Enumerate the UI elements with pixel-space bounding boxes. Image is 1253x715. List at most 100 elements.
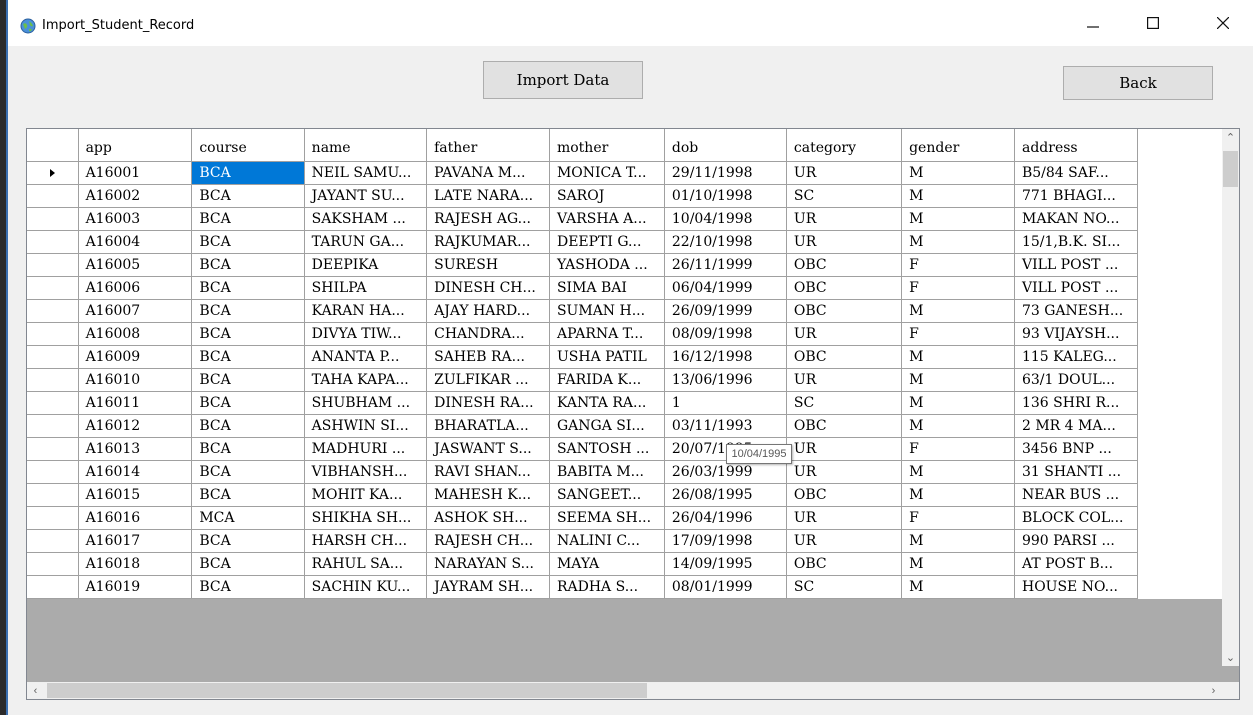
cell-address[interactable]: HOUSE NO... bbox=[1014, 575, 1138, 599]
cell-course[interactable]: BCA bbox=[191, 276, 305, 300]
row-header[interactable] bbox=[27, 483, 79, 507]
cell-app[interactable]: A16009 bbox=[78, 345, 193, 369]
cell-app[interactable]: A16019 bbox=[78, 575, 193, 599]
row-header[interactable] bbox=[27, 207, 79, 231]
cell-mother[interactable]: APARNA T... bbox=[549, 322, 665, 346]
cell-name[interactable]: SHILPA bbox=[304, 276, 428, 300]
cell-mother[interactable]: YASHODA ... bbox=[549, 253, 665, 277]
cell-dob[interactable]: 03/11/1993 bbox=[664, 414, 787, 438]
cell-mother[interactable]: SIMA BAI bbox=[549, 276, 665, 300]
cell-address[interactable]: 115 KALEG... bbox=[1014, 345, 1138, 369]
cell-father[interactable]: MAHESH K... bbox=[426, 483, 550, 507]
table-row[interactable]: A16011 BCA SHUBHAM ... DINESH RA... KANTA RA… bbox=[27, 391, 1239, 415]
back-button[interactable]: Back bbox=[1063, 66, 1213, 100]
row-header[interactable] bbox=[27, 184, 79, 208]
table-row[interactable]: A16001 BCA NEIL SAMU... PAVANA M... MONICA T… bbox=[27, 161, 1239, 185]
cell-mother[interactable]: SUMAN H... bbox=[549, 299, 665, 323]
cell-name[interactable]: RAHUL SA... bbox=[304, 552, 428, 576]
cell-name[interactable]: TAHA KAPA... bbox=[304, 368, 428, 392]
cell-category[interactable]: SC bbox=[786, 575, 903, 599]
table-row[interactable]: A16012 BCA ASHWIN SI... BHARATLA... GANGA SI… bbox=[27, 414, 1239, 438]
table-row[interactable]: A16006 BCA SHILPA DINESH CH... SIMA BAI 06/04… bbox=[27, 276, 1239, 300]
cell-father[interactable]: SAHEB RA... bbox=[426, 345, 550, 369]
column-header-father[interactable]: father bbox=[426, 129, 550, 162]
student-data-grid[interactable]: app course name father mother dob category gend… bbox=[26, 128, 1240, 700]
column-header-address[interactable]: address bbox=[1014, 129, 1138, 162]
cell-name[interactable]: SACHIN KU... bbox=[304, 575, 428, 599]
cell-father[interactable]: JAYRAM SH... bbox=[426, 575, 550, 599]
cell-dob[interactable]: 26/04/1996 bbox=[664, 506, 787, 530]
column-header-course[interactable]: course bbox=[191, 129, 305, 162]
cell-father[interactable]: DINESH RA... bbox=[426, 391, 550, 415]
cell-gender[interactable]: M bbox=[901, 161, 1015, 185]
cell-gender[interactable]: M bbox=[901, 368, 1015, 392]
cell-address[interactable]: 2 MR 4 MA... bbox=[1014, 414, 1138, 438]
cell-course[interactable]: BCA bbox=[191, 575, 305, 599]
cell-dob[interactable]: 01/10/1998 bbox=[664, 184, 787, 208]
cell-category[interactable]: OBC bbox=[786, 552, 903, 576]
cell-app[interactable]: A16002 bbox=[78, 184, 193, 208]
column-header-category[interactable]: category bbox=[786, 129, 903, 162]
table-row[interactable]: A16018 BCA RAHUL SA... NARAYAN S... MAYA 14/0… bbox=[27, 552, 1239, 576]
cell-course[interactable]: BCA bbox=[191, 483, 305, 507]
cell-name[interactable]: SHIKHA SH... bbox=[304, 506, 428, 530]
column-header-app[interactable]: app bbox=[78, 129, 193, 162]
row-header[interactable] bbox=[27, 552, 79, 576]
cell-mother[interactable]: DEEPTI G... bbox=[549, 230, 665, 254]
cell-address[interactable]: 3456 BNP ... bbox=[1014, 437, 1138, 461]
cell-category[interactable]: OBC bbox=[786, 414, 903, 438]
import-data-button[interactable]: Import Data bbox=[483, 61, 643, 99]
cell-gender[interactable]: M bbox=[901, 207, 1015, 231]
cell-address[interactable]: 73 GANESH... bbox=[1014, 299, 1138, 323]
cell-category[interactable]: UR bbox=[786, 207, 903, 231]
cell-mother[interactable]: KANTA RA... bbox=[549, 391, 665, 415]
scroll-up-icon[interactable]: ⌃ bbox=[1222, 129, 1239, 146]
cell-course[interactable]: BCA bbox=[191, 437, 305, 461]
cell-gender[interactable]: M bbox=[901, 184, 1015, 208]
horizontal-scrollbar[interactable]: ‹ › bbox=[27, 682, 1222, 699]
column-header-gender[interactable]: gender bbox=[901, 129, 1015, 162]
cell-address[interactable]: VILL POST ... bbox=[1014, 253, 1138, 277]
cell-address[interactable]: 63/1 DOUL... bbox=[1014, 368, 1138, 392]
row-header[interactable] bbox=[27, 230, 79, 254]
cell-address[interactable]: 136 SHRI R... bbox=[1014, 391, 1138, 415]
table-row[interactable]: A16008 BCA DIVYA TIW... CHANDRA... APARNA T.… bbox=[27, 322, 1239, 346]
table-row[interactable]: A16019 BCA SACHIN KU... JAYRAM SH... RADHA S… bbox=[27, 575, 1239, 599]
cell-mother[interactable]: GANGA SI... bbox=[549, 414, 665, 438]
cell-gender[interactable]: M bbox=[901, 552, 1015, 576]
minimize-button[interactable] bbox=[1070, 8, 1116, 38]
cell-name[interactable]: NEIL SAMU... bbox=[304, 161, 428, 185]
row-header[interactable] bbox=[27, 414, 79, 438]
cell-address[interactable]: 771 BHAGI... bbox=[1014, 184, 1138, 208]
row-header[interactable] bbox=[27, 506, 79, 530]
cell-gender[interactable]: M bbox=[901, 575, 1015, 599]
vertical-scrollbar[interactable]: ⌃ ⌄ bbox=[1222, 129, 1239, 666]
cell-gender[interactable]: M bbox=[901, 230, 1015, 254]
table-row[interactable]: A16015 BCA MOHIT KA... MAHESH K... SANGEET..… bbox=[27, 483, 1239, 507]
cell-name[interactable]: MOHIT KA... bbox=[304, 483, 428, 507]
cell-gender[interactable]: M bbox=[901, 345, 1015, 369]
cell-gender[interactable]: F bbox=[901, 253, 1015, 277]
horizontal-scroll-thumb[interactable] bbox=[47, 683, 647, 698]
column-header-name[interactable]: name bbox=[304, 129, 428, 162]
cell-mother[interactable]: RADHA S... bbox=[549, 575, 665, 599]
cell-name[interactable]: ANANTA P... bbox=[304, 345, 428, 369]
vertical-scroll-thumb[interactable] bbox=[1223, 151, 1238, 187]
cell-name[interactable]: JAYANT SU... bbox=[304, 184, 428, 208]
table-row[interactable]: A16005 BCA DEEPIKA SURESH YASHODA ... 26/11/1… bbox=[27, 253, 1239, 277]
cell-name[interactable]: VIBHANSH... bbox=[304, 460, 428, 484]
cell-address[interactable]: MAKAN NO... bbox=[1014, 207, 1138, 231]
cell-category[interactable]: UR bbox=[786, 368, 903, 392]
cell-course[interactable]: BCA bbox=[191, 414, 305, 438]
title-bar[interactable]: Import_Student_Record bbox=[8, 0, 1253, 46]
cell-gender[interactable]: M bbox=[901, 529, 1015, 553]
cell-course[interactable]: BCA bbox=[191, 207, 305, 231]
row-header[interactable] bbox=[27, 368, 79, 392]
cell-address[interactable]: 15/1,B.K. SI... bbox=[1014, 230, 1138, 254]
cell-father[interactable]: BHARATLA... bbox=[426, 414, 550, 438]
cell-mother[interactable]: SAROJ bbox=[549, 184, 665, 208]
cell-course[interactable]: BCA bbox=[191, 322, 305, 346]
cell-father[interactable]: NARAYAN S... bbox=[426, 552, 550, 576]
row-header[interactable] bbox=[27, 460, 79, 484]
cell-app[interactable]: A16014 bbox=[78, 460, 193, 484]
